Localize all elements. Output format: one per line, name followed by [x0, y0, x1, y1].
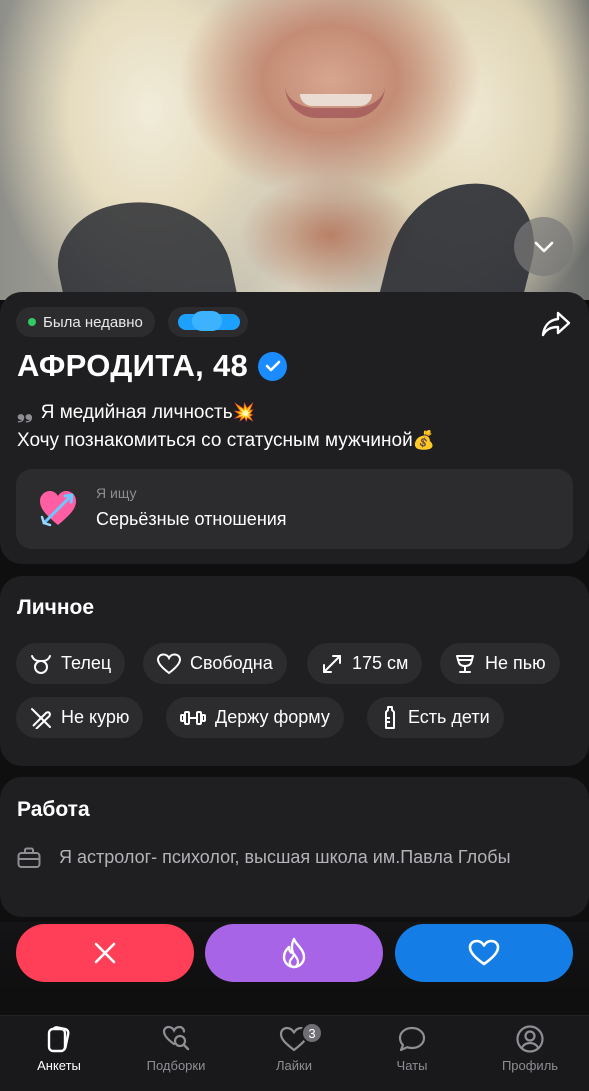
like-button[interactable] [395, 924, 573, 982]
personal-title: Личное [17, 596, 95, 619]
photo-detail [300, 94, 372, 106]
nav-item-profiles[interactable]: Анкеты [14, 1024, 104, 1073]
name-row: АФРОДИТА, 48 [17, 348, 288, 384]
likes-count-badge: 3 [301, 1022, 323, 1044]
chip-smoking: Не курю [16, 697, 144, 738]
looking-for-label: Я ищу [96, 485, 137, 501]
nav-item-collections[interactable]: Подборки [131, 1024, 221, 1073]
activity-status-text: Была недавно [43, 313, 143, 331]
super-like-button[interactable] [205, 924, 383, 982]
dislike-button[interactable] [16, 924, 194, 982]
bio-line: Я медийная личность [40, 402, 233, 423]
glass-icon [456, 654, 474, 673]
profile-photo[interactable] [0, 0, 589, 300]
chevron-down-icon [534, 241, 553, 252]
chip-label: Есть дети [408, 707, 490, 727]
chip-zodiac: Телец [16, 643, 126, 684]
chat-bubble-icon [398, 1026, 426, 1052]
height-arrows-icon [323, 654, 341, 673]
profile-name: АФРОДИТА, 48 [17, 348, 249, 383]
work-title: Работа [17, 798, 90, 821]
heart-search-icon [162, 1025, 190, 1051]
cards-icon [47, 1026, 70, 1053]
nav-label: Подборки [146, 1058, 206, 1073]
activity-status-badge: Была недавно [16, 307, 155, 337]
chip-label: Телец [61, 653, 112, 673]
scribble-mark [192, 311, 222, 331]
user-circle-icon [516, 1025, 544, 1053]
flame-icon [282, 937, 306, 969]
briefcase-icon [17, 847, 41, 868]
chip-label: Не пью [485, 653, 546, 673]
heart-icon [468, 939, 500, 966]
heart-outline-icon [157, 652, 181, 674]
chip-label: Свободна [190, 653, 273, 673]
chip-height: 175 см [307, 643, 423, 684]
work-description: Я астролог- психолог, высшая школа им.Па… [59, 847, 511, 867]
dumbbell-icon [180, 710, 206, 725]
bottom-navigation: Анкеты Подборки 3 Лайки Чаты Профиль [0, 1015, 589, 1091]
taurus-icon [31, 654, 51, 674]
nav-label: Лайки [276, 1058, 312, 1073]
nav-item-chats[interactable]: Чаты [367, 1024, 457, 1073]
nav-item-profile[interactable]: Профиль [485, 1024, 575, 1073]
bio-emoji: 💰 [412, 430, 436, 451]
bio-emoji: 💥 [232, 402, 256, 423]
nav-label: Анкеты [37, 1058, 81, 1073]
chip-label: Держу форму [215, 707, 330, 727]
heart-with-arrow-icon [40, 491, 76, 527]
nav-label: Чаты [396, 1058, 428, 1073]
verified-icon [258, 351, 288, 381]
bio-line: Хочу познакомиться со статусным мужчиной [17, 430, 413, 451]
share-icon [541, 311, 571, 337]
chip-drinking: Не пью [440, 643, 560, 684]
profile-bio: ❟❟ Я медийная личность💥 Хочу познакомитьс… [17, 398, 435, 455]
chip-fitness: Держу форму [166, 697, 344, 738]
work-row: Я астролог- психолог, высшая школа им.Па… [17, 844, 529, 871]
no-smoking-icon [31, 707, 51, 729]
chip-label: Не курю [61, 707, 130, 727]
online-dot-icon [28, 318, 36, 326]
nav-label: Профиль [501, 1058, 559, 1073]
quote-icon: ❟❟ [17, 401, 33, 423]
chip-children: Есть дети [367, 697, 504, 738]
close-icon [94, 942, 116, 964]
collapse-photo-button[interactable] [514, 217, 573, 276]
looking-for-box: Я ищу Серьёзные отношения [16, 469, 573, 549]
hidden-badge [168, 307, 248, 337]
nav-item-likes[interactable]: 3 Лайки [249, 1022, 339, 1073]
chip-label: 175 см [352, 653, 409, 673]
chip-relationship: Свободна [143, 643, 287, 684]
looking-for-value: Серьёзные отношения [96, 509, 287, 529]
baby-bottle-icon [385, 705, 395, 729]
photo-detail [47, 183, 243, 300]
share-button[interactable] [540, 309, 572, 339]
